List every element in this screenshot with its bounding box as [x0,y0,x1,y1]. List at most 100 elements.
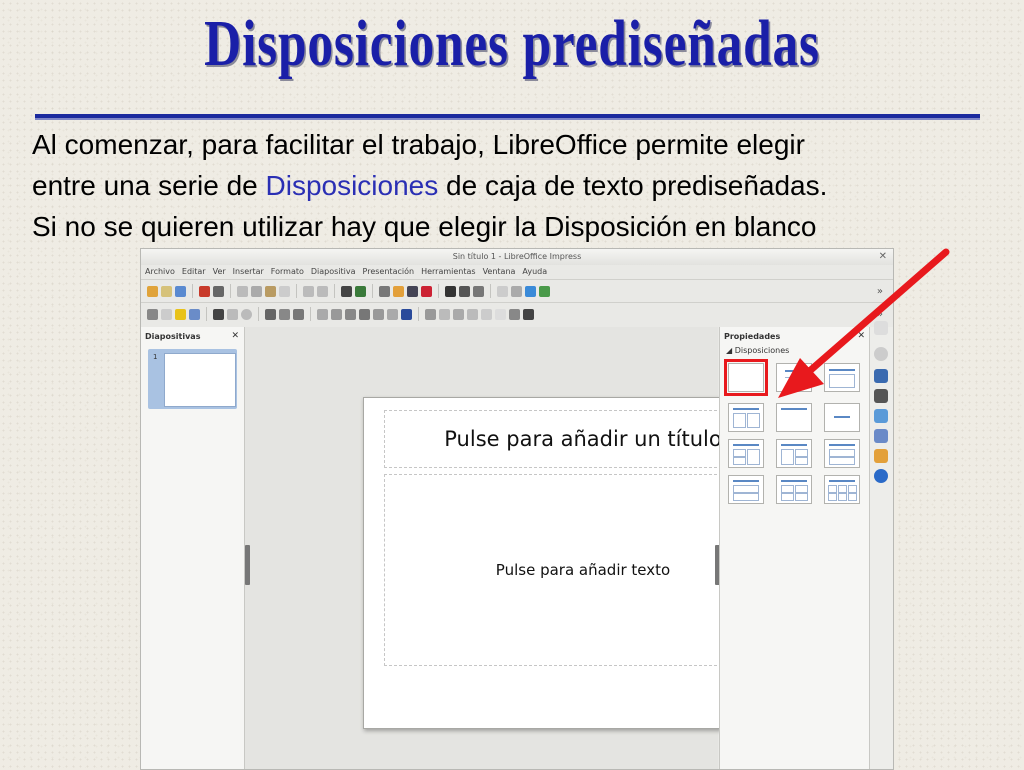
slides-pane-close-icon[interactable]: ✕ [231,331,239,341]
basic-shapes-icon[interactable] [317,308,328,320]
image-icon[interactable] [393,285,404,297]
block-arrows-icon[interactable] [345,308,356,320]
layout-title-6content[interactable] [824,475,860,504]
animation-icon[interactable] [874,389,888,403]
spelling-icon[interactable] [355,285,366,297]
undo-icon[interactable] [303,285,314,297]
menu-ventana[interactable]: Ventana [483,265,516,279]
select-icon[interactable] [147,308,158,320]
rotate-icon[interactable] [425,308,436,320]
fill-color-icon[interactable] [175,308,186,320]
layout-content-box [733,413,746,428]
layout-content-box [795,449,808,457]
3d-objects-icon[interactable] [401,308,412,320]
slide-from-current-icon[interactable] [539,285,550,297]
layout-title-only[interactable] [776,403,812,432]
toggle-point-edit-icon[interactable] [523,308,534,320]
layout-title-content-2content[interactable] [776,439,812,468]
slide-edit-area: Pulse para añadir un título Pulse para a… [245,327,803,769]
curve-icon[interactable] [279,308,290,320]
clone-formatting-icon[interactable] [279,285,290,297]
distribute-icon[interactable] [467,308,478,320]
toolbar-separator [296,284,297,298]
toolbar-separator [438,284,439,298]
gallery-icon[interactable] [874,449,888,463]
menu-insertar[interactable]: Insertar [233,265,264,279]
layout-two-content[interactable] [728,403,764,432]
layout-blank[interactable] [724,359,768,396]
rectangle-icon[interactable] [227,308,238,320]
fontwork-icon[interactable] [459,285,470,297]
slide-thumbnail-1[interactable] [148,349,237,409]
line-icon[interactable] [213,308,224,320]
crop-icon[interactable] [495,308,506,320]
sidebar-menu-icon[interactable] [874,321,888,335]
export-pdf-icon[interactable] [199,285,210,297]
layout-content-box [829,449,855,457]
symbol-shapes-icon[interactable] [331,308,342,320]
layout-title-4content[interactable] [776,475,812,504]
menu-ayuda[interactable]: Ayuda [522,265,547,279]
cut-icon[interactable] [237,285,248,297]
line-ends-arrow-icon[interactable] [265,308,276,320]
callouts-icon[interactable] [373,308,384,320]
find-replace-icon[interactable] [341,285,352,297]
toolbar-separator [418,307,419,321]
layout-title-content[interactable] [776,363,812,392]
menu-ver[interactable]: Ver [213,265,226,279]
menu-presentacion[interactable]: Presentación [363,265,415,279]
paste-icon[interactable] [265,285,276,297]
arrange-icon[interactable] [453,308,464,320]
toolbar-separator [230,284,231,298]
text-box-icon[interactable] [445,285,456,297]
layouts-section-header[interactable]: ◢ Disposiciones [720,346,870,355]
align-icon[interactable] [439,308,450,320]
layout-title-text[interactable] [824,363,860,392]
chart-icon[interactable] [421,285,432,297]
layout-content-box [828,493,837,501]
master-slide-icon[interactable] [511,285,522,297]
shadow-icon[interactable] [481,308,492,320]
styles-icon[interactable] [874,429,888,443]
navigator-icon[interactable] [874,469,888,483]
start-slideshow-icon[interactable] [525,285,536,297]
line-color-icon[interactable] [189,308,200,320]
menu-formato[interactable]: Formato [271,265,304,279]
layout-title-content-over-content[interactable] [728,475,764,504]
save-icon[interactable] [175,285,186,297]
print-icon[interactable] [213,285,224,297]
slide-title: Disposiciones prediseñadas [204,7,820,80]
display-views-icon[interactable] [497,285,508,297]
table-icon[interactable] [379,285,390,297]
layout-title-2content-over[interactable] [824,439,860,468]
menu-editar[interactable]: Editar [182,265,206,279]
window-close-icon[interactable]: ✕ [879,249,887,265]
redo-icon[interactable] [317,285,328,297]
properties-panel: Propiedades ✕ ◢ Disposiciones [719,327,870,769]
new-icon[interactable] [147,285,158,297]
connector-icon[interactable] [293,308,304,320]
ellipse-icon[interactable] [241,308,252,320]
drawing-overflow-icon[interactable]: » [877,309,883,320]
layout-centered-text[interactable] [824,403,860,432]
properties-deck-icon[interactable] [874,347,888,361]
hyperlink-icon[interactable] [473,285,484,297]
copy-icon[interactable] [251,285,262,297]
zoom-icon[interactable] [161,308,172,320]
extrusion-icon[interactable] [509,308,520,320]
menu-archivo[interactable]: Archivo [145,265,175,279]
slides-pane-collapse-handle[interactable] [245,545,250,585]
media-icon[interactable] [407,285,418,297]
slide-transition-icon[interactable] [874,369,888,383]
flowchart-icon[interactable] [359,308,370,320]
layout-title-bar [781,444,807,446]
main-panes: Diapositivas ✕ 1 Pulse para añadir un tí… [141,321,893,769]
properties-close-icon[interactable]: ✕ [857,331,865,341]
stars-icon[interactable] [387,308,398,320]
open-icon[interactable] [161,285,172,297]
toolbar-overflow-icon[interactable]: » [877,286,883,297]
menu-diapositiva[interactable]: Diapositiva [311,265,356,279]
master-slides-icon[interactable] [874,409,888,423]
menu-herramientas[interactable]: Herramientas [421,265,476,279]
layout-title-2content-content[interactable] [728,439,764,468]
